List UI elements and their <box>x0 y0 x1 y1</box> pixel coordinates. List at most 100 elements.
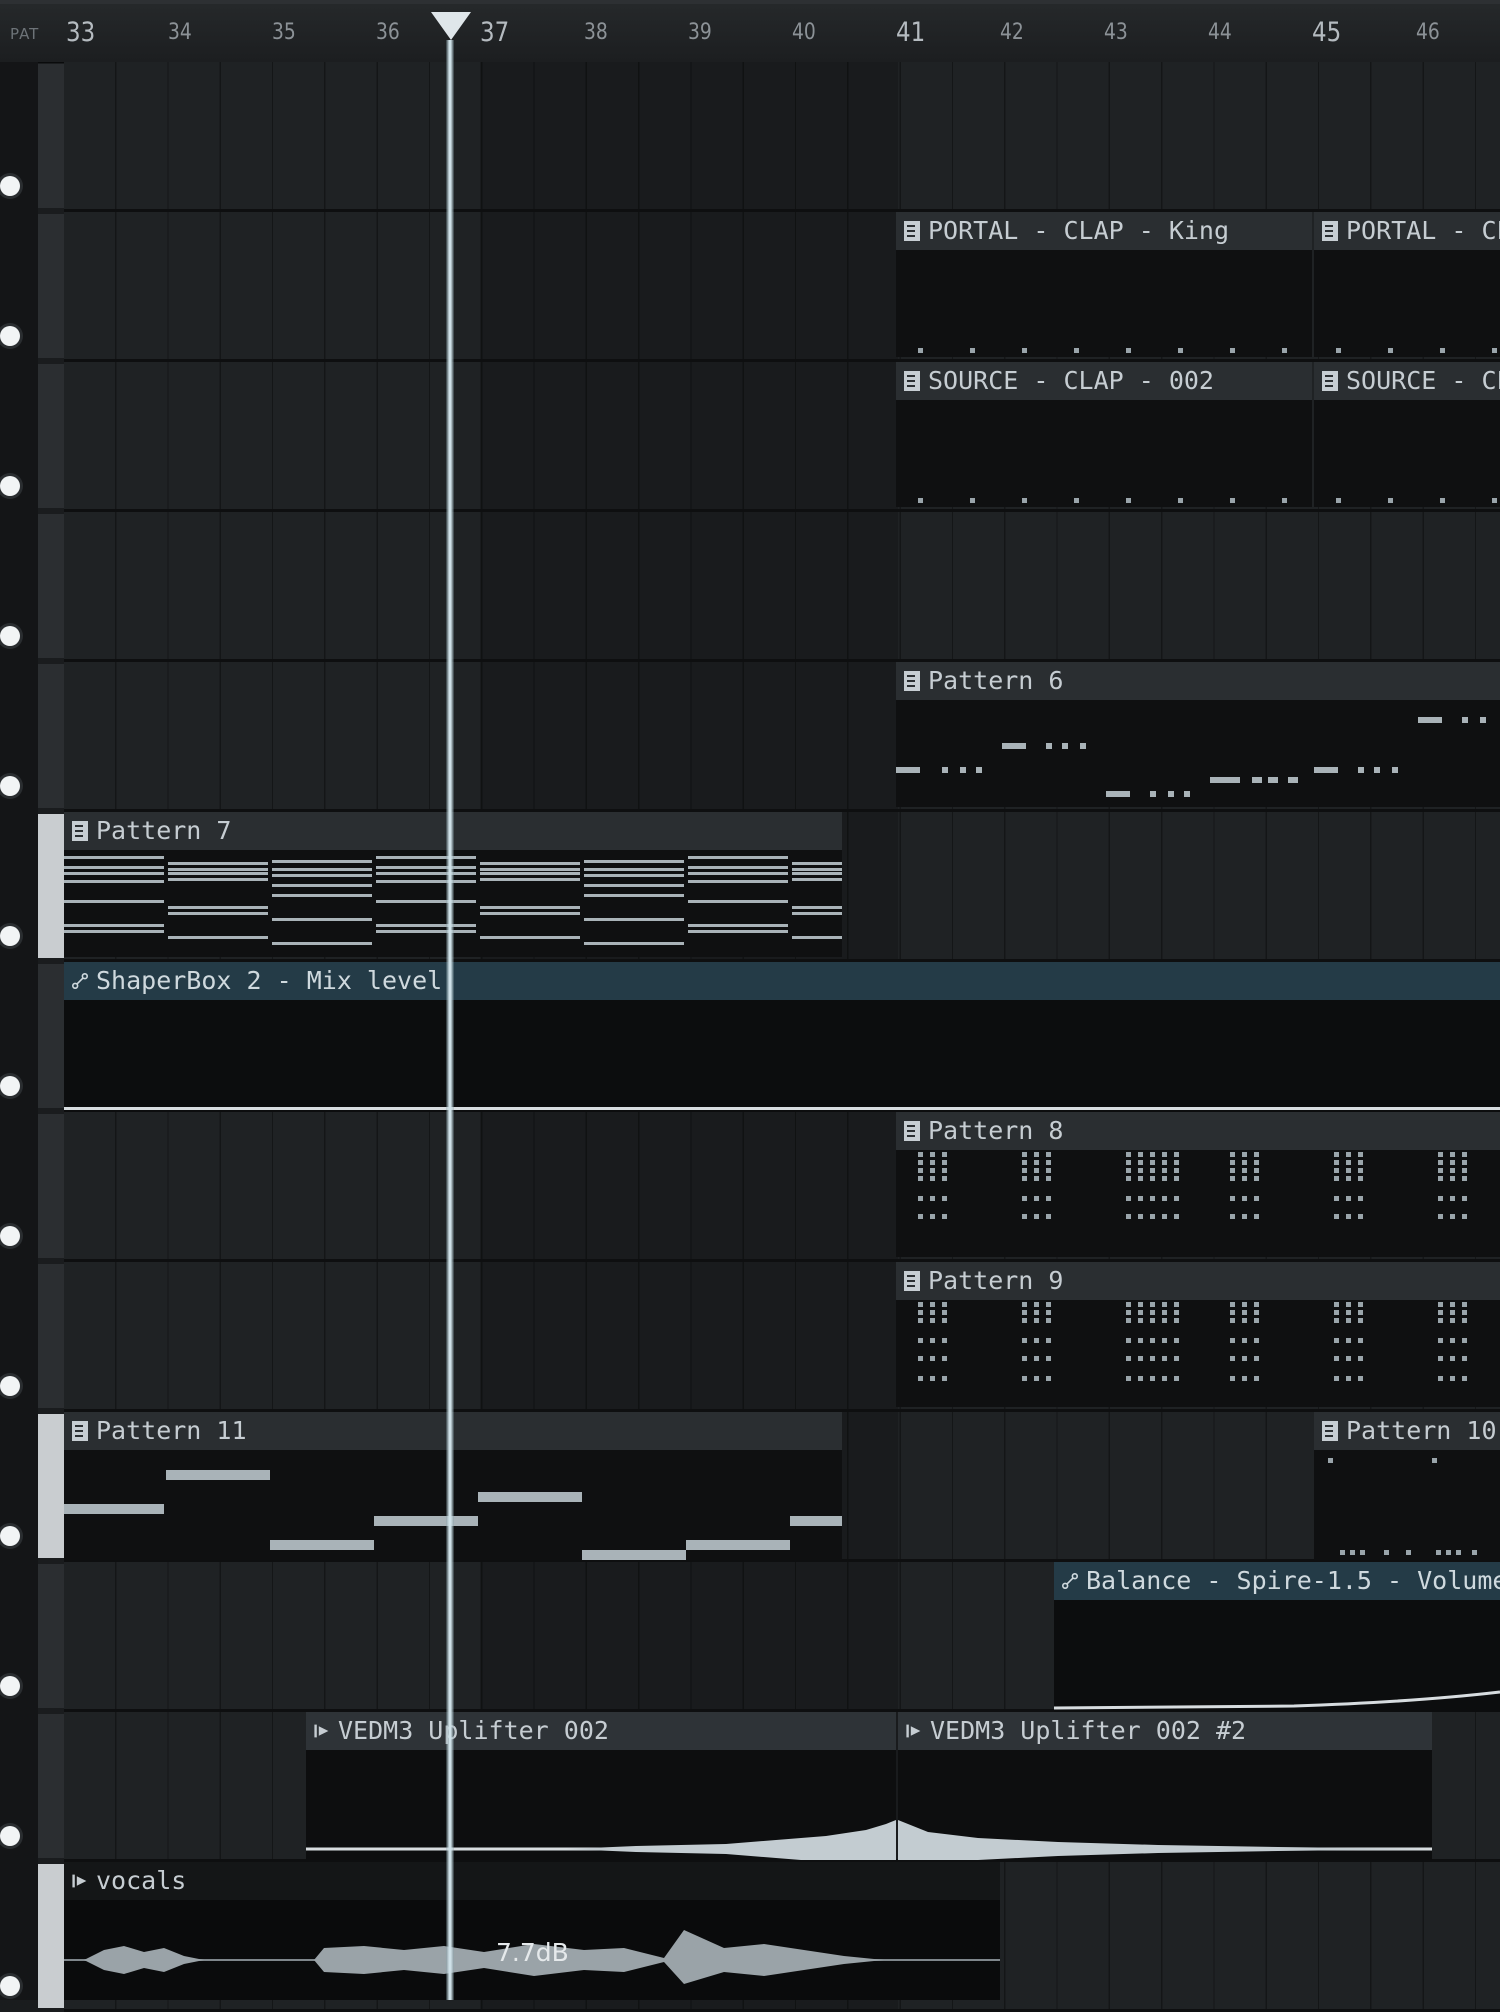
step-dot <box>1150 1310 1155 1315</box>
pattern-clip[interactable]: Pattern 10 <box>1314 1412 1500 1560</box>
step-dot <box>942 1168 947 1173</box>
step-dot <box>918 1302 923 1307</box>
step-dot <box>1230 1176 1235 1181</box>
track-color-strip[interactable] <box>38 814 64 958</box>
pattern-clip[interactable]: Pattern 6 <box>896 662 1500 807</box>
step-dot <box>1022 498 1027 503</box>
track-color-strip[interactable] <box>38 1114 64 1258</box>
step-dot <box>1150 1356 1155 1361</box>
pattern-clip[interactable]: SOURCE - CL <box>1314 362 1500 507</box>
track-row[interactable] <box>64 62 1500 212</box>
audio-clip[interactable]: vocals <box>64 1862 1000 2000</box>
track-color-strip[interactable] <box>38 664 64 808</box>
step-dot <box>1034 1176 1039 1181</box>
step-dot <box>918 1310 923 1315</box>
pattern-mode-label: PAT <box>10 25 40 43</box>
clip-content <box>1314 250 1500 357</box>
step-dot <box>1346 1196 1351 1201</box>
track-color-strip[interactable] <box>38 1864 64 2008</box>
step-dot <box>1334 1168 1339 1173</box>
step-dot <box>1150 1302 1155 1307</box>
step-dot <box>1022 1318 1027 1323</box>
pattern-clip[interactable]: PORTAL - CL <box>1314 212 1500 357</box>
step-dot <box>1462 1318 1467 1323</box>
step-dot <box>1438 1338 1443 1343</box>
bar-number: 33 <box>66 17 96 48</box>
track-color-strip[interactable] <box>38 1714 64 1858</box>
clip-content <box>896 250 1312 357</box>
audio-clip[interactable]: VEDM3 Uplifter 002 #2 <box>898 1712 1432 1860</box>
step-dot <box>930 1176 935 1181</box>
track-enable-toggle[interactable] <box>0 1376 20 1396</box>
track-color-strip[interactable] <box>38 964 64 1108</box>
track-enable-toggle[interactable] <box>0 1976 20 1996</box>
step-dot <box>930 1160 935 1165</box>
step-dot <box>1174 1214 1179 1219</box>
track-enable-toggle[interactable] <box>0 1676 20 1696</box>
step-dot <box>1462 1152 1467 1157</box>
step-dot <box>918 1176 923 1181</box>
automation-clip[interactable]: ShaperBox 2 - Mix level <box>64 962 1500 1112</box>
step-dot <box>1034 1356 1039 1361</box>
step-dot <box>1174 1196 1179 1201</box>
track-color-strip[interactable] <box>38 1414 64 1558</box>
step-dot <box>1334 1196 1339 1201</box>
step-dot <box>1034 1376 1039 1381</box>
track-color-strip[interactable] <box>38 514 64 658</box>
audio-clip[interactable]: VEDM3 Uplifter 002 <box>306 1712 896 1860</box>
step-dot <box>1358 1302 1363 1307</box>
playhead-marker-icon[interactable] <box>431 12 471 40</box>
step-dot <box>1462 1214 1467 1219</box>
step-dot <box>1126 1302 1131 1307</box>
automation-clip[interactable]: Balance - Spire-1.5 - Volume <box>1054 1562 1500 1712</box>
step-dot <box>942 1318 947 1323</box>
track-enable-toggle[interactable] <box>0 1226 20 1246</box>
track-enable-toggle[interactable] <box>0 1526 20 1546</box>
step-dot <box>918 1152 923 1157</box>
step-dot <box>1178 498 1183 503</box>
track-row[interactable] <box>64 512 1500 662</box>
note <box>64 900 164 903</box>
note <box>272 894 372 897</box>
clip-label: Pattern 7 <box>96 816 232 845</box>
track-enable-toggle[interactable] <box>0 626 20 646</box>
step-dot <box>1438 1310 1443 1315</box>
track-enable-toggle[interactable] <box>0 926 20 946</box>
timeline-ruler[interactable]: PAT 33 34 35 36 37 38 39 40 41 42 43 44 … <box>0 0 1500 63</box>
track-color-strip[interactable] <box>38 364 64 508</box>
bar-number: 35 <box>272 20 296 45</box>
track-enable-toggle[interactable] <box>0 1076 20 1096</box>
step-dot <box>1126 1214 1131 1219</box>
track-enable-toggle[interactable] <box>0 1826 20 1846</box>
step-dot <box>1034 1214 1039 1219</box>
pattern-clip[interactable]: Pattern 9 <box>896 1262 1500 1407</box>
step-dot <box>1346 1310 1351 1315</box>
track-color-strip[interactable] <box>38 1264 64 1408</box>
track-enable-toggle[interactable] <box>0 326 20 346</box>
pattern-clip[interactable]: PORTAL - CLAP - King <box>896 212 1312 357</box>
track-enable-toggle[interactable] <box>0 176 20 196</box>
track-color-strip[interactable] <box>38 1564 64 1708</box>
step-dot <box>1162 1356 1167 1361</box>
track-color-strip[interactable] <box>38 214 64 358</box>
pattern-clip[interactable]: Pattern 8 <box>896 1112 1500 1257</box>
step-dot <box>1254 1356 1259 1361</box>
track-enable-toggle[interactable] <box>0 476 20 496</box>
step-dot <box>1462 1160 1467 1165</box>
step-dot <box>1150 1160 1155 1165</box>
step-dot <box>1336 498 1341 503</box>
step-dot <box>1126 1152 1131 1157</box>
step-dot <box>1126 1160 1131 1165</box>
step-dot <box>970 348 975 353</box>
step-dot <box>918 1318 923 1323</box>
step-dot <box>942 1214 947 1219</box>
step-dot <box>1346 1160 1351 1165</box>
track-enable-toggle[interactable] <box>0 776 20 796</box>
track-color-strip[interactable] <box>38 64 64 208</box>
step-dot <box>1346 1318 1351 1323</box>
step-dot <box>918 1160 923 1165</box>
step-dot <box>1254 1160 1259 1165</box>
pattern-clip[interactable]: SOURCE - CLAP - 002 <box>896 362 1312 507</box>
horizontal-scrollbar[interactable] <box>0 0 1500 4</box>
note <box>376 856 476 859</box>
